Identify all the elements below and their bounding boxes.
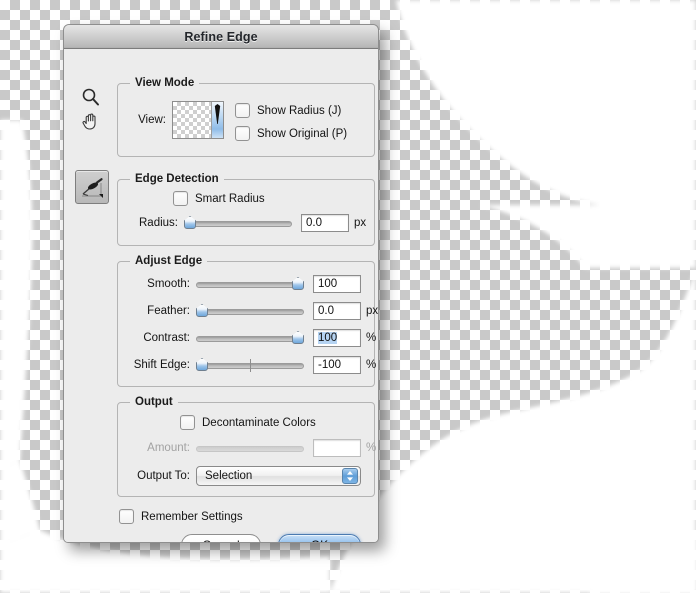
smooth-label: Smooth: — [147, 278, 190, 290]
shift-edge-center-tick — [250, 359, 251, 372]
output-title: Output — [130, 396, 178, 408]
decontaminate-colors-label: Decontaminate Colors — [202, 416, 316, 429]
updown-arrows-glyph — [347, 471, 353, 481]
edge-detection-group: Edge Detection Smart Radius Radius: 0.0 … — [117, 173, 375, 246]
shift-edge-value-field[interactable]: -100 — [313, 356, 361, 374]
amount-slider — [196, 441, 304, 455]
contrast-slider-thumb[interactable] — [292, 331, 304, 344]
hand-icon — [82, 113, 96, 130]
edge-detection-title: Edge Detection — [130, 173, 224, 185]
contrast-value: 100 — [318, 332, 338, 344]
shift-edge-label: Shift Edge: — [133, 359, 190, 371]
amount-slider-track — [196, 446, 304, 452]
feather-slider-thumb[interactable] — [196, 304, 208, 317]
radius-value: 0.0 — [306, 217, 322, 229]
shift-edge-unit: % — [366, 359, 377, 371]
show-original-label: Show Original (P) — [257, 127, 348, 140]
adjust-edge-title: Adjust Edge — [130, 255, 208, 267]
amount-unit: % — [366, 442, 377, 454]
view-mode-group: View Mode View: Show Radius (J) Show Ori… — [117, 77, 375, 157]
output-to-select[interactable]: Selection — [196, 466, 361, 486]
refine-edge-dialog: Refine Edge View Mode View: Show Radius … — [63, 24, 379, 543]
view-pointer-icon — [214, 104, 221, 124]
contrast-unit: % — [366, 332, 377, 344]
dialog-titlebar[interactable]: Refine Edge — [64, 25, 378, 49]
magnifier-icon — [82, 88, 99, 106]
smooth-slider-thumb[interactable] — [292, 277, 304, 290]
dialog-title: Refine Edge — [184, 29, 258, 44]
smart-radius-row[interactable]: Smart Radius — [173, 191, 265, 206]
output-to-label: Output To: — [137, 470, 190, 482]
view-preview-gradient-strip — [211, 102, 223, 138]
decontaminate-colors-checkbox[interactable] — [180, 415, 195, 430]
view-preview-thumbnail[interactable] — [172, 101, 224, 139]
remember-settings-label: Remember Settings — [141, 510, 243, 523]
refine-radius-tool[interactable] — [75, 170, 109, 204]
show-original-row[interactable]: Show Original (P) — [235, 126, 347, 141]
feather-value: 0.0 — [318, 305, 334, 317]
view-label: View: — [138, 114, 166, 126]
remember-settings-row[interactable]: Remember Settings — [119, 509, 243, 524]
smooth-value-field[interactable]: 100 — [313, 275, 361, 293]
feather-unit: px — [366, 305, 379, 317]
output-group: Output Decontaminate Colors Amount: % Ou… — [117, 396, 377, 497]
radius-label: Radius: — [139, 217, 178, 229]
feather-slider-track — [196, 309, 304, 315]
feather-value-field[interactable]: 0.0 — [313, 302, 361, 320]
zoom-tool[interactable] — [81, 87, 101, 112]
shift-edge-value: -100 — [318, 359, 342, 371]
smart-radius-checkbox[interactable] — [173, 191, 188, 206]
show-radius-checkbox[interactable] — [235, 103, 250, 118]
show-original-checkbox[interactable] — [235, 126, 250, 141]
smooth-value: 100 — [318, 278, 338, 290]
hand-tool[interactable] — [80, 110, 102, 137]
amount-value-field — [313, 439, 361, 457]
decontaminate-colors-row[interactable]: Decontaminate Colors — [180, 415, 316, 430]
smooth-slider-track — [196, 282, 304, 288]
radius-slider-thumb[interactable] — [184, 216, 196, 229]
shift-edge-slider[interactable] — [196, 358, 304, 372]
output-to-value: Selection — [205, 470, 253, 482]
contrast-label: Contrast: — [143, 332, 190, 344]
smart-radius-label: Smart Radius — [195, 192, 265, 205]
ok-button-label: OK — [311, 538, 328, 542]
ok-button[interactable]: OK — [278, 534, 361, 542]
contrast-slider-track — [196, 336, 304, 342]
feather-slider[interactable] — [196, 304, 304, 318]
show-radius-row[interactable]: Show Radius (J) — [235, 103, 341, 118]
cancel-button[interactable]: Cancel — [181, 534, 261, 542]
refine-brush-icon — [82, 178, 103, 198]
view-preview-checkerboard — [173, 102, 211, 138]
radius-value-field[interactable]: 0.0 — [301, 214, 349, 232]
adjust-edge-group: Adjust Edge Smooth: 100 Feather: 0.0 px … — [117, 255, 379, 387]
radius-slider[interactable] — [184, 216, 292, 230]
view-mode-title: View Mode — [130, 77, 200, 89]
radius-unit: px — [354, 217, 367, 229]
cancel-button-label: Cancel — [202, 538, 239, 542]
show-radius-label: Show Radius (J) — [257, 104, 342, 117]
amount-label: Amount: — [147, 442, 190, 454]
dialog-body: View Mode View: Show Radius (J) Show Ori… — [64, 49, 378, 542]
contrast-slider[interactable] — [196, 331, 304, 345]
contrast-value-field[interactable]: 100 — [313, 329, 361, 347]
feather-label: Feather: — [147, 305, 190, 317]
shift-edge-slider-thumb[interactable] — [196, 358, 208, 371]
radius-slider-track — [184, 221, 292, 227]
remember-settings-checkbox[interactable] — [119, 509, 134, 524]
chevron-updown-icon[interactable] — [342, 468, 358, 484]
smooth-slider[interactable] — [196, 277, 304, 291]
